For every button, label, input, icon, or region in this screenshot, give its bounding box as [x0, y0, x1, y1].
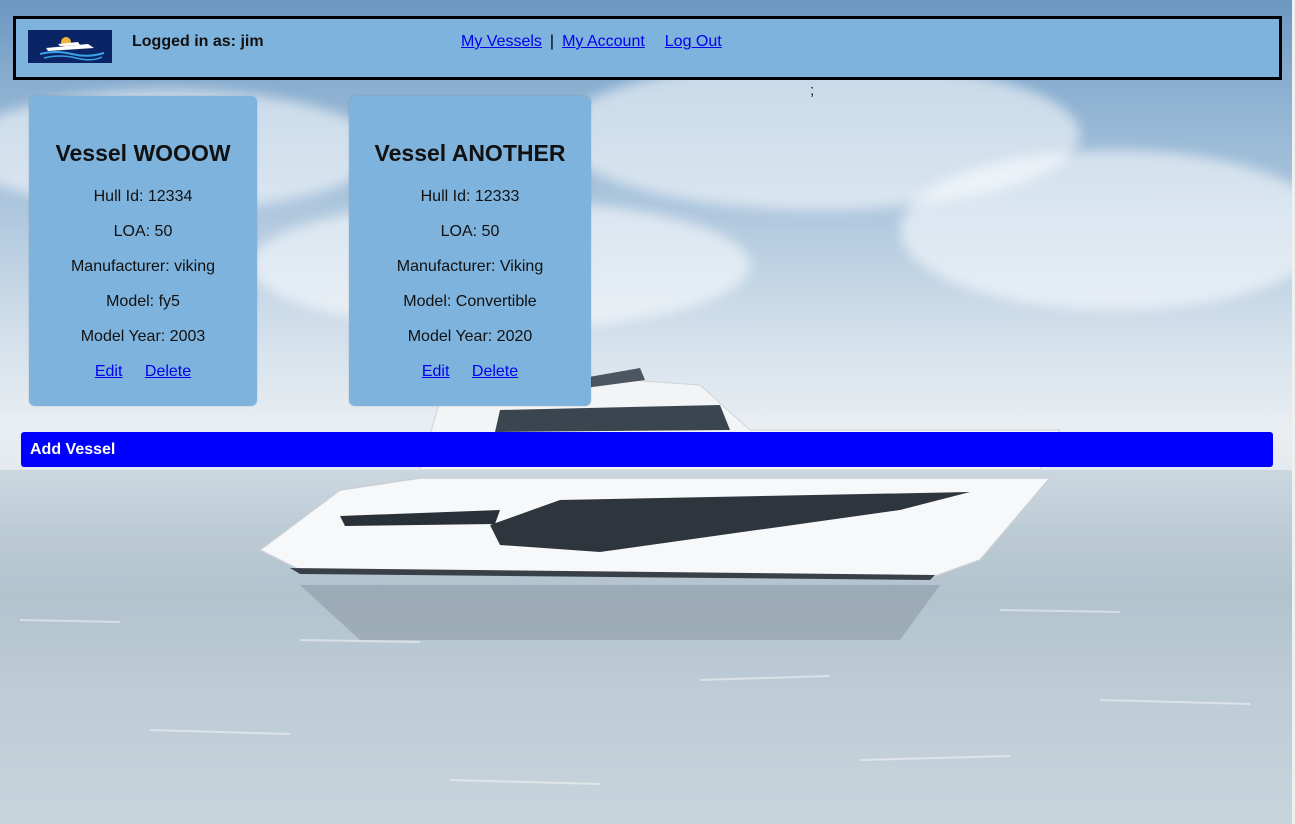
stray-semicolon: ; — [810, 82, 815, 99]
vessel-manufacturer: Manufacturer: viking — [70, 258, 216, 275]
vessel-actions: Edit Delete — [349, 363, 591, 381]
main-nav: My Vessels | My Account Log Out — [461, 33, 722, 51]
vessel-manufacturer: Manufacturer: Viking — [396, 258, 544, 275]
vessel-title: Vessel ANOTHER — [374, 140, 566, 166]
vessel-model: Model: Convertible — [403, 293, 537, 310]
nav-separator: | — [549, 33, 555, 50]
nav-my-account-link[interactable]: My Account — [562, 33, 645, 50]
nav-log-out-link[interactable]: Log Out — [665, 33, 722, 50]
vessel-card: Vessel WOOOW Hull Id: 12334 LOA: 50 Manu… — [29, 96, 257, 406]
edit-vessel-link[interactable]: Edit — [95, 363, 123, 380]
yacht-logo-icon — [28, 30, 112, 63]
vessel-title: Vessel WOOOW — [55, 140, 231, 166]
add-vessel-button[interactable]: Add Vessel — [21, 432, 1273, 467]
vessel-card: Vessel ANOTHER Hull Id: 12333 LOA: 50 Ma… — [349, 96, 591, 406]
logged-in-user: Logged in as: jim — [132, 33, 264, 50]
vessel-model: Model: fy5 — [106, 293, 180, 310]
vessel-model-year: Model Year: 2020 — [407, 328, 533, 345]
vessel-hull-id: Hull Id: 12334 — [93, 188, 193, 205]
delete-vessel-link[interactable]: Delete — [145, 363, 191, 380]
vessel-model-year: Model Year: 2003 — [80, 328, 206, 345]
vessel-hull-id: Hull Id: 12333 — [420, 188, 520, 205]
vessel-actions: Edit Delete — [29, 363, 257, 381]
edit-vessel-link[interactable]: Edit — [422, 363, 450, 380]
top-header: Logged in as: jim My Vessels | My Account L… — [13, 16, 1282, 80]
vessel-loa: LOA: 50 — [113, 223, 173, 240]
nav-my-vessels-link[interactable]: My Vessels — [461, 33, 542, 50]
delete-vessel-link[interactable]: Delete — [472, 363, 518, 380]
vessel-loa: LOA: 50 — [440, 223, 500, 240]
